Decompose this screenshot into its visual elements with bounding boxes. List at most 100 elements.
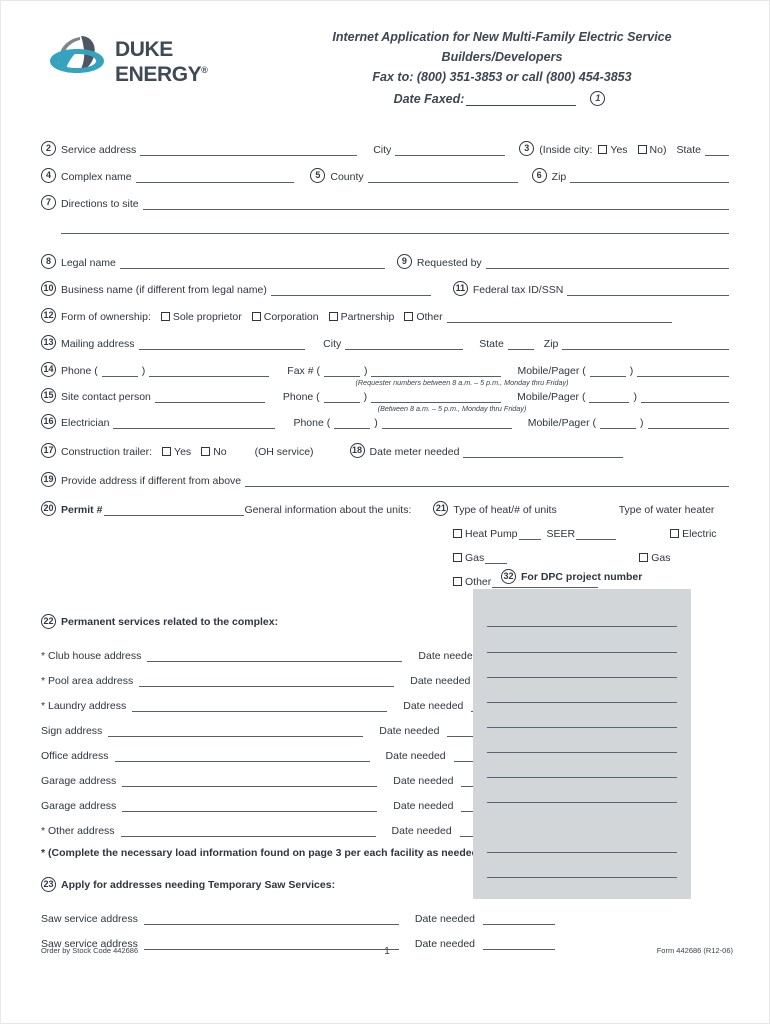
checkbox-icon[interactable] (670, 529, 680, 538)
gas-heat-units-input[interactable] (485, 552, 508, 564)
checkbox-icon[interactable] (637, 145, 647, 154)
registered-mark: ® (201, 65, 208, 75)
state-input[interactable] (705, 144, 729, 156)
permit-input[interactable] (104, 504, 245, 516)
date-faxed-input[interactable] (466, 92, 577, 106)
city-input[interactable] (395, 144, 506, 156)
dpc-project-number-line[interactable] (487, 652, 677, 653)
date-meter-needed-input[interactable] (463, 446, 624, 458)
ownership-partnership-option[interactable]: Partnership (328, 311, 394, 323)
checkbox-icon[interactable] (453, 577, 462, 586)
construction-trailer-no-option[interactable]: No (201, 446, 227, 458)
checkbox-icon[interactable] (453, 553, 462, 562)
inside-city-yes-option[interactable]: Yes (598, 144, 628, 156)
site-mobile-area-input[interactable] (589, 391, 630, 403)
dpc-project-number-line[interactable] (487, 727, 677, 728)
service-address-input[interactable] (143, 913, 399, 925)
water-heater-electric-option[interactable]: Electric (670, 528, 717, 540)
mailing-city-input[interactable] (345, 338, 464, 350)
electrician-phone-number-input[interactable] (381, 417, 512, 429)
water-heater-gas-option[interactable]: Gas (639, 552, 671, 564)
date-needed-label: Date needed (403, 700, 464, 712)
phone-number-input[interactable] (149, 365, 270, 377)
phone-area-input[interactable] (101, 365, 138, 377)
service-address-input[interactable] (114, 750, 370, 762)
ownership-sole-proprietor-option[interactable]: Sole proprietor (160, 311, 242, 323)
seer-input[interactable] (576, 528, 617, 540)
service-row: Saw service address Date needed (41, 900, 733, 925)
electrician-phone-area-input[interactable] (334, 417, 371, 429)
county-label: County (330, 171, 364, 183)
inside-city-no-option[interactable]: No) (637, 144, 666, 156)
legal-name-input[interactable] (119, 257, 385, 269)
site-contact-label: Site contact person (61, 391, 151, 403)
service-address-input[interactable] (140, 144, 358, 156)
dpc-project-number-box[interactable] (473, 589, 691, 899)
mailing-state-input[interactable] (507, 338, 534, 350)
checkbox-icon[interactable] (453, 529, 462, 538)
dpc-project-number-line[interactable] (487, 702, 677, 703)
checkbox-icon[interactable] (201, 447, 211, 456)
dpc-project-number-line[interactable] (487, 852, 677, 853)
ownership-other-input[interactable] (446, 311, 672, 323)
other-heat-option[interactable]: Other (453, 576, 491, 588)
federal-tax-input[interactable] (567, 284, 729, 296)
mobile-pager-number-input[interactable] (637, 365, 729, 377)
checkbox-icon[interactable] (404, 312, 414, 321)
electrician-mobile-number-input[interactable] (647, 417, 729, 429)
directions-input[interactable] (142, 198, 729, 210)
service-address-input[interactable] (120, 825, 376, 837)
dpc-project-number-line[interactable] (487, 752, 677, 753)
mobile-pager-area-input[interactable] (589, 365, 626, 377)
site-phone-number-input[interactable] (371, 391, 502, 403)
business-name-input[interactable] (270, 284, 431, 296)
checkbox-icon[interactable] (328, 312, 338, 321)
gas-heat-option[interactable]: Gas (453, 552, 484, 564)
service-address-input[interactable] (132, 700, 388, 712)
heat-pump-units-input[interactable] (518, 528, 541, 540)
service-address-input[interactable] (122, 775, 378, 787)
checkbox-icon[interactable] (160, 312, 170, 321)
field-number-8: 8 (41, 254, 56, 269)
checkbox-icon[interactable] (598, 145, 608, 154)
county-input[interactable] (367, 171, 518, 183)
site-phone-area-input[interactable] (323, 391, 360, 403)
service-address-input[interactable] (108, 725, 364, 737)
row-complex-name: 4 Complex name 5 County 6 Zip (41, 168, 733, 183)
electrician-mobile-area-input[interactable] (600, 417, 636, 429)
dpc-project-number-line[interactable] (487, 777, 677, 778)
fax-number-input[interactable] (371, 365, 502, 377)
site-contact-input[interactable] (154, 391, 265, 403)
service-address-input[interactable] (139, 675, 395, 687)
directions-input-line2[interactable] (61, 222, 729, 234)
requested-by-input[interactable] (485, 257, 729, 269)
row-electrician: 16 Electrician Phone ( ) Mobile/Pager ( … (41, 414, 733, 429)
ownership-other-option[interactable]: Other (404, 311, 443, 323)
site-mobile-number-input[interactable] (640, 391, 729, 403)
dpc-project-number-line[interactable] (487, 802, 677, 803)
checkbox-icon[interactable] (639, 553, 649, 562)
fax-area-input[interactable] (323, 365, 360, 377)
complex-name-input[interactable] (135, 171, 295, 183)
mailing-address-input[interactable] (138, 338, 306, 350)
service-address-input[interactable] (122, 800, 378, 812)
checkbox-icon[interactable] (162, 447, 172, 456)
dpc-project-number-line[interactable] (487, 877, 677, 878)
heat-pump-option[interactable]: Heat Pump (453, 528, 518, 540)
service-address-input[interactable] (147, 650, 403, 662)
provide-address-input[interactable] (245, 475, 729, 487)
dpc-project-number-line[interactable] (487, 677, 677, 678)
zip-input[interactable] (570, 171, 729, 183)
checkbox-icon[interactable] (251, 312, 261, 321)
zip-label: Zip (551, 171, 567, 183)
date-needed-input[interactable] (483, 913, 556, 925)
electrician-input[interactable] (113, 417, 276, 429)
ownership-corporation-option[interactable]: Corporation (251, 311, 319, 323)
form-page: DUKE ENERGY® Internet Application for Ne… (0, 0, 770, 1024)
title-line-1: Internet Application for New Multi-Famil… (332, 30, 672, 44)
type-of-water-heater-label: Type of water heater (618, 504, 715, 516)
mailing-zip-input[interactable] (562, 338, 730, 350)
construction-trailer-yes-option[interactable]: Yes (162, 446, 191, 458)
field-number-14: 14 (41, 362, 56, 377)
dpc-project-number-line[interactable] (487, 626, 677, 627)
